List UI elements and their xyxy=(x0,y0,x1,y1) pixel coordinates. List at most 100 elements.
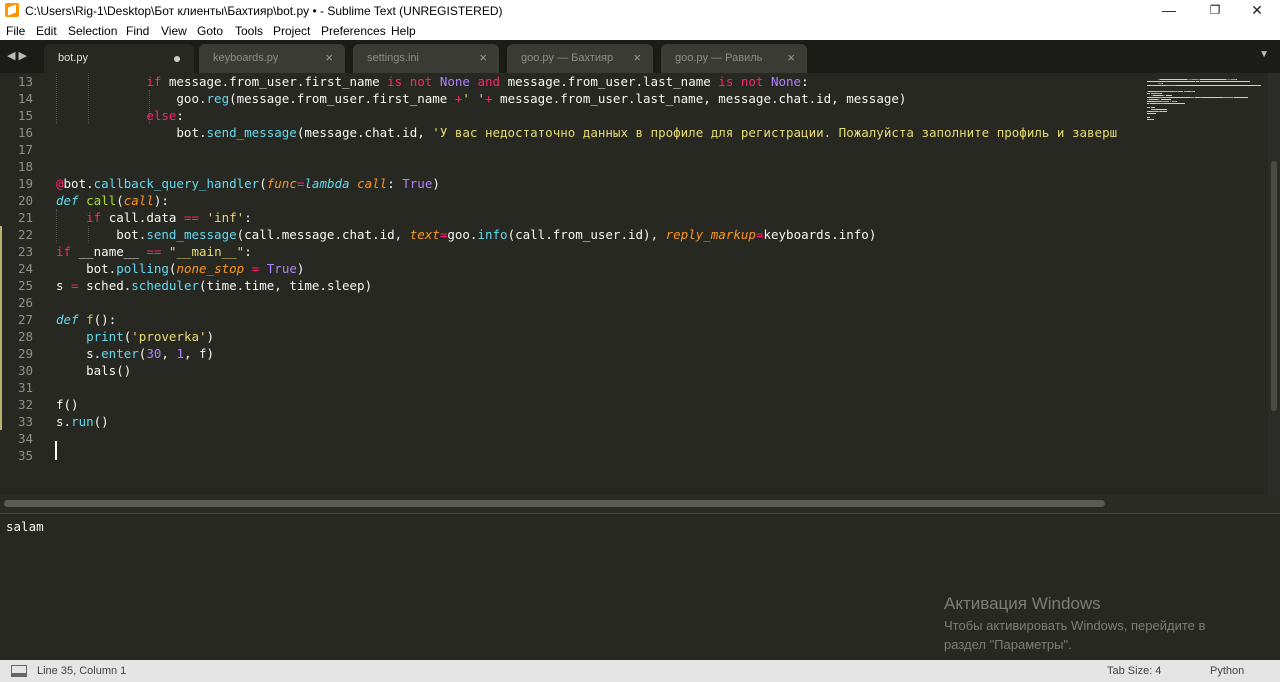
minimap-stroke xyxy=(1176,101,1177,102)
code-line[interactable]: 28 print('proverka') xyxy=(0,328,1143,345)
code-line[interactable]: 20 def call(call): xyxy=(0,192,1143,209)
code-text: f() xyxy=(56,397,79,412)
code-line[interactable]: 25 s = sched.scheduler(time.time, time.sl… xyxy=(0,277,1143,294)
code-text: bot.send_message(call.message.chat.id, t… xyxy=(56,227,877,242)
line-number: 35 xyxy=(17,448,33,463)
tab-bar: ◀ ▶ bot.py keyboards.py × settings.ini ×… xyxy=(0,40,1280,73)
code-line[interactable]: 29 s.enter(30, 1, f) xyxy=(0,345,1143,362)
code-text: bals() xyxy=(56,363,132,378)
code-line[interactable]: 16 bot.send_message(message.chat.id, 'У … xyxy=(0,124,1143,141)
line-number: 29 xyxy=(17,346,33,361)
tab-close-icon[interactable]: × xyxy=(479,50,487,65)
tab-navigation[interactable]: ◀ ▶ xyxy=(7,49,27,62)
code-text: s.enter(30, 1, f) xyxy=(56,346,215,361)
menu-preferences[interactable]: Preferences xyxy=(321,24,386,38)
menu-goto[interactable]: Goto xyxy=(197,24,223,38)
code-line[interactable]: 21 if call.data == 'inf': xyxy=(0,209,1143,226)
code-line[interactable]: 22 bot.send_message(call.message.chat.id… xyxy=(0,226,1143,243)
code-line[interactable]: 18 xyxy=(0,158,1143,175)
tab-label: goo.py — Равиль xyxy=(675,52,763,64)
panel-toggle-icon[interactable] xyxy=(11,665,27,677)
code-line[interactable]: 27 def f(): xyxy=(0,311,1143,328)
horizontal-scrollbar[interactable] xyxy=(0,495,1280,513)
horizontal-scrollbar-thumb[interactable] xyxy=(4,500,1105,507)
code-line[interactable]: 26 xyxy=(0,294,1143,311)
code-text: else: xyxy=(146,108,184,123)
sublime-text-icon xyxy=(5,3,19,17)
minimap-stroke xyxy=(1147,107,1150,108)
line-number: 33 xyxy=(17,414,33,429)
code-line[interactable]: 13 if message.from_user.first_name is no… xyxy=(0,73,1143,90)
code-line[interactable]: 31 xyxy=(0,379,1143,396)
chevron-right-icon[interactable]: ▶ xyxy=(19,50,27,62)
vertical-scrollbar-thumb[interactable] xyxy=(1271,161,1277,411)
minimap-stroke xyxy=(1147,113,1156,114)
tab-goo-py-bakhtiyar[interactable]: goo.py — Бахтияр × xyxy=(507,44,653,73)
line-number: 21 xyxy=(17,210,33,225)
chevron-left-icon[interactable]: ◀ xyxy=(7,50,15,62)
code-line[interactable]: 23 if __name__ == "__main__": xyxy=(0,243,1143,260)
tab-label: bot.py xyxy=(58,52,88,64)
line-number: 27 xyxy=(17,312,33,327)
line-number: 28 xyxy=(17,329,33,344)
line-number: 31 xyxy=(17,380,33,395)
menu-tools[interactable]: Tools xyxy=(235,24,263,38)
minimap-stroke xyxy=(1236,79,1237,80)
minimap-stroke xyxy=(1149,99,1158,100)
tab-keyboards-py[interactable]: keyboards.py × xyxy=(199,44,345,73)
tab-close-icon[interactable]: × xyxy=(633,50,641,65)
tab-list-dropdown-icon[interactable]: ▼ xyxy=(1259,49,1269,60)
tab-size-selector[interactable]: Tab Size: 4 xyxy=(1107,665,1161,677)
output-panel[interactable]: salam Активация Windows Чтобы активирова… xyxy=(0,513,1280,661)
menu-edit[interactable]: Edit xyxy=(36,24,57,38)
code-line[interactable]: 32 f() xyxy=(0,396,1143,413)
syntax-selector[interactable]: Python xyxy=(1210,665,1244,677)
window-title: C:\Users\Rig-1\Desktop\Бот клиенты\Бахти… xyxy=(25,4,503,18)
tab-goo-py-ravil[interactable]: goo.py — Равиль × xyxy=(661,44,807,73)
code-line[interactable]: 34 xyxy=(0,430,1143,447)
minimap-stroke xyxy=(1163,111,1167,112)
maximize-button[interactable]: ❐ xyxy=(1192,0,1238,21)
close-icon: ✕ xyxy=(1251,2,1263,18)
code-line[interactable]: 15 else: xyxy=(0,107,1143,124)
code-line[interactable]: 33 s.run() xyxy=(0,413,1143,430)
line-number: 22 xyxy=(17,227,33,242)
code-line[interactable]: 14 goo.reg(message.from_user.first_name … xyxy=(0,90,1143,107)
code-line[interactable]: 17 xyxy=(0,141,1143,158)
minimap-stroke xyxy=(1147,117,1150,118)
code-line[interactable]: 30 bals() xyxy=(0,362,1143,379)
close-button[interactable]: ✕ xyxy=(1234,0,1280,21)
menu-selection[interactable]: Selection xyxy=(68,24,117,38)
menu-view[interactable]: View xyxy=(161,24,187,38)
line-number: 16 xyxy=(17,125,33,140)
menu-find[interactable]: Find xyxy=(126,24,149,38)
tab-label: settings.ini xyxy=(367,52,419,64)
tab-settings-ini[interactable]: settings.ini × xyxy=(353,44,499,73)
menu-help[interactable]: Help xyxy=(391,24,416,38)
menu-file[interactable]: File xyxy=(6,24,25,38)
line-number: 15 xyxy=(17,108,33,123)
line-number: 17 xyxy=(17,142,33,157)
minimap-stroke xyxy=(1147,93,1150,94)
code-text: bot.send_message(message.chat.id, 'У вас… xyxy=(56,125,1118,140)
minimize-button[interactable]: — xyxy=(1146,0,1192,21)
minimap[interactable] xyxy=(1143,73,1268,495)
minimap-stroke xyxy=(1147,81,1165,82)
tab-close-icon[interactable]: × xyxy=(787,50,795,65)
unsaved-dot-icon[interactable] xyxy=(174,56,180,62)
line-number: 26 xyxy=(17,295,33,310)
minimap-stroke xyxy=(1200,81,1250,82)
code-text: bot.polling(none_stop = True) xyxy=(56,261,305,276)
tab-bot-py[interactable]: bot.py xyxy=(44,44,194,73)
menu-project[interactable]: Project xyxy=(273,24,310,38)
code-line[interactable]: 35 xyxy=(0,447,1143,464)
minimap-stroke xyxy=(1160,79,1187,80)
tab-close-icon[interactable]: × xyxy=(325,50,333,65)
tab-label: goo.py — Бахтияр xyxy=(521,52,614,64)
code-editor[interactable]: 13 if message.from_user.first_name is no… xyxy=(0,73,1280,495)
line-number: 18 xyxy=(17,159,33,174)
code-line[interactable]: 19 @bot.callback_query_handler(func=lambd… xyxy=(0,175,1143,192)
line-number: 14 xyxy=(17,91,33,106)
vertical-scrollbar[interactable] xyxy=(1268,73,1280,495)
code-line[interactable]: 24 bot.polling(none_stop = True) xyxy=(0,260,1143,277)
